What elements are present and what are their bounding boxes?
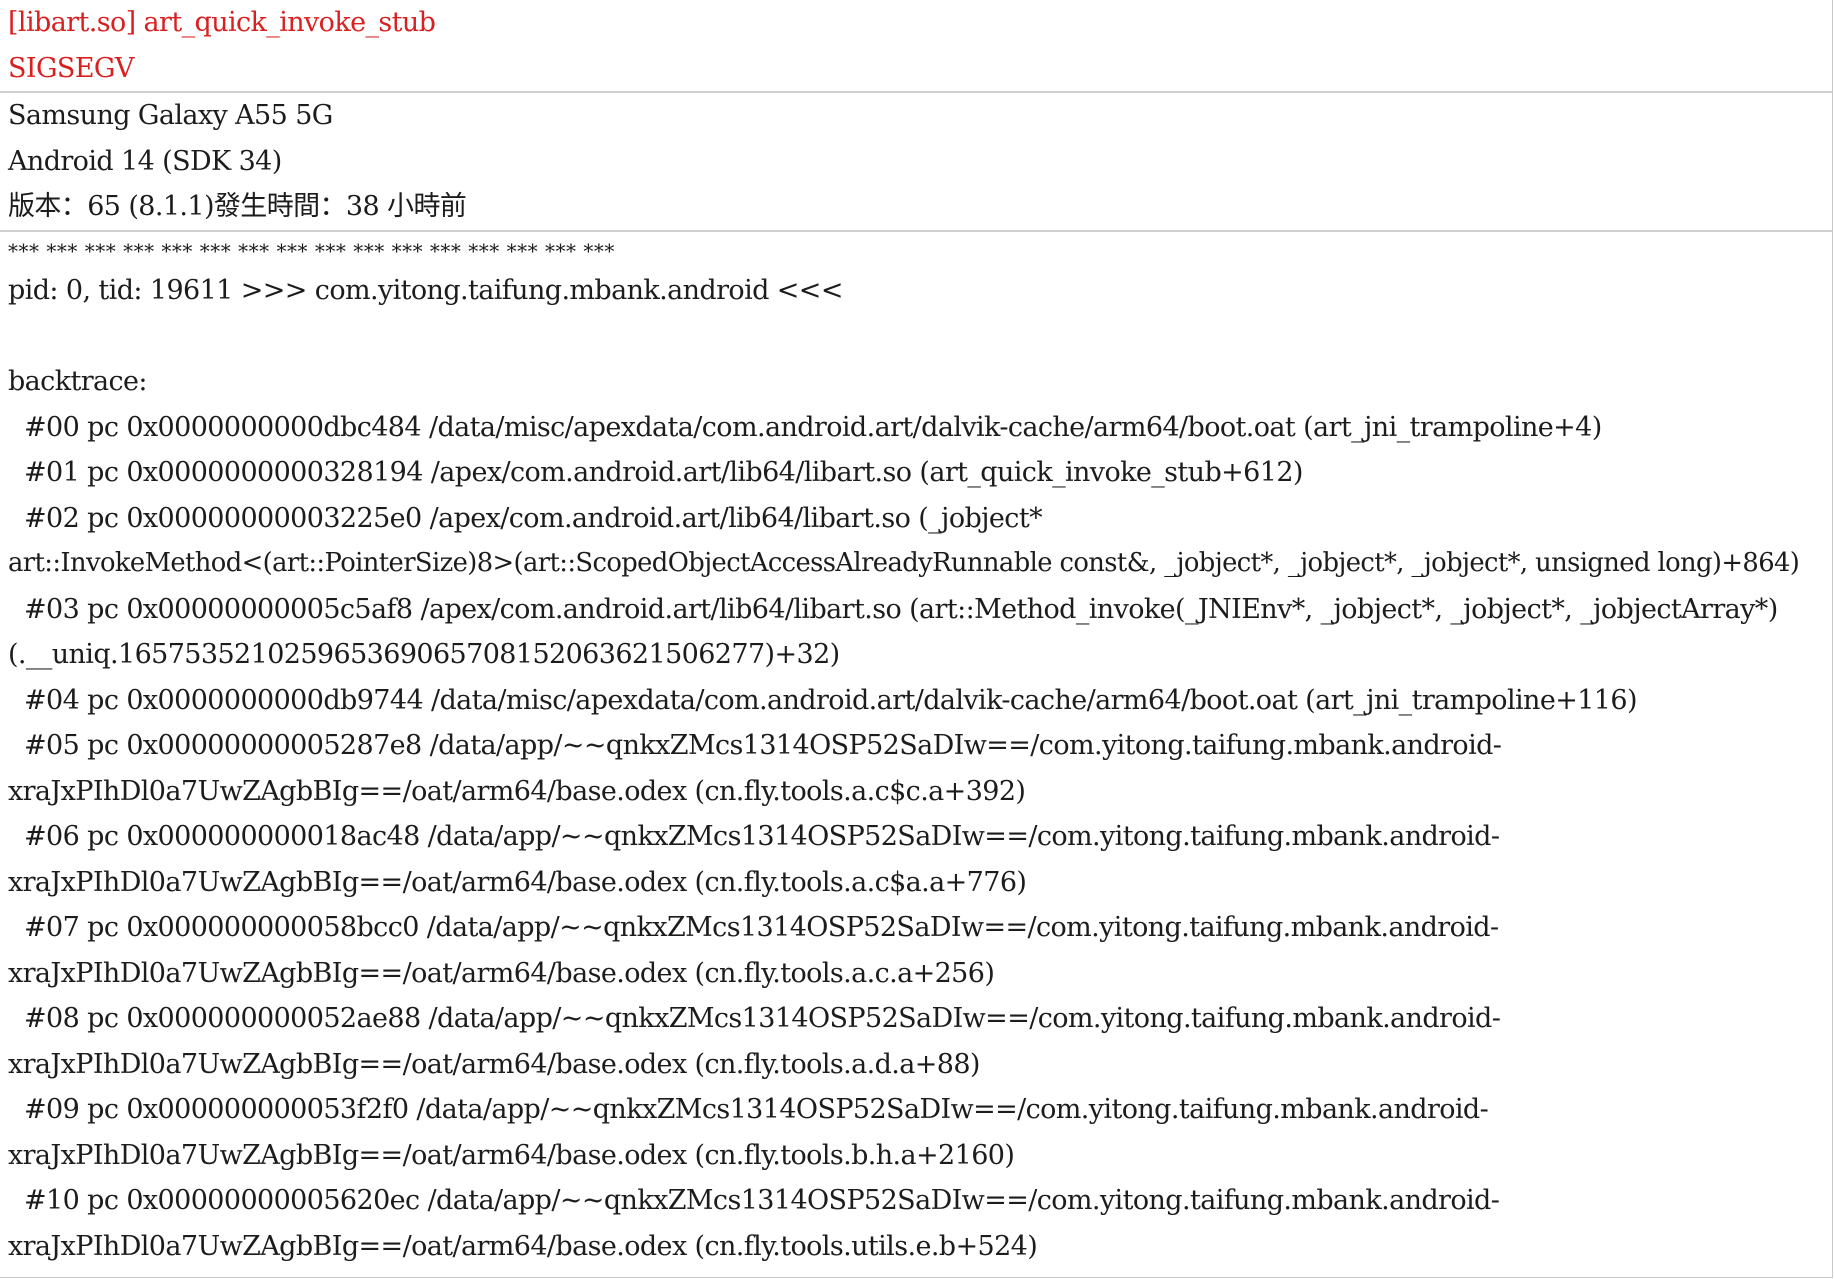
backtrace-frame: #00 pc 0x0000000000dbc484 /data/misc/ape… — [24, 411, 1602, 443]
backtrace-frame: #05 pc 0x00000000005287e8 /data/app/~~qn… — [24, 730, 1502, 761]
process-line: pid: 0, tid: 19611 >>> com.yitong.taifun… — [8, 274, 843, 306]
backtrace-frame-continuation: xraJxPIhDl0a7UwZAgbBIg==/oat/arm64/base.… — [8, 866, 1027, 898]
crash-report: [libart.so] art_quick_invoke_stub SIGSEG… — [0, 0, 1833, 1278]
backtrace-frame: #01 pc 0x0000000000328194 /apex/com.andr… — [24, 457, 1303, 488]
backtrace-frame-continuation: xraJxPIhDl0a7UwZAgbBIg==/oat/arm64/base.… — [8, 1139, 1015, 1171]
device-info: Samsung Galaxy A55 5G Android 14 (SDK 34… — [0, 93, 1832, 232]
backtrace-frame: #09 pc 0x000000000053f2f0 /data/app/~~qn… — [24, 1094, 1489, 1125]
backtrace-frame: #03 pc 0x00000000005c5af8 /apex/com.andr… — [24, 593, 1778, 625]
backtrace-frame: #02 pc 0x00000000003225e0 /apex/com.andr… — [24, 502, 1043, 534]
backtrace-frame-continuation: xraJxPIhDl0a7UwZAgbBIg==/oat/arm64/base.… — [8, 1048, 980, 1080]
app-version-time: 版本：65 (8.1.1)發生時間：38 小時前 — [8, 191, 467, 222]
backtrace-frames: #00 pc 0x0000000000dbc484 /data/misc/ape… — [0, 405, 1832, 1270]
backtrace-frame-continuation: xraJxPIhDl0a7UwZAgbBIg==/oat/arm64/base.… — [8, 957, 995, 989]
crash-signal: SIGSEGV — [8, 52, 134, 84]
log-separator: *** *** *** *** *** *** *** *** *** *** … — [8, 238, 615, 263]
os-version: Android 14 (SDK 34) — [8, 145, 282, 177]
backtrace-frame-continuation: xraJxPIhDl0a7UwZAgbBIg==/oat/arm64/base.… — [8, 1230, 1038, 1262]
crash-header: [libart.so] art_quick_invoke_stub SIGSEG… — [0, 0, 1832, 93]
backtrace-frame-continuation: xraJxPIhDl0a7UwZAgbBIg==/oat/arm64/base.… — [8, 775, 1026, 807]
device-model: Samsung Galaxy A55 5G — [8, 100, 333, 131]
log-body: *** *** *** *** *** *** *** *** *** *** … — [0, 232, 1832, 1270]
backtrace-frame-continuation: (.__uniq.1657535210259653690657081520636… — [8, 639, 840, 670]
backtrace-frame: #08 pc 0x000000000052ae88 /data/app/~~qn… — [24, 1003, 1501, 1034]
backtrace-label: backtrace: — [8, 366, 148, 397]
backtrace-frame-continuation: art::InvokeMethod<(art::PointerSize)8>(a… — [8, 548, 1800, 578]
backtrace-frame: #06 pc 0x000000000018ac48 /data/app/~~qn… — [24, 821, 1500, 852]
backtrace-frame: #10 pc 0x00000000005620ec /data/app/~~qn… — [24, 1185, 1500, 1216]
backtrace-frame: #07 pc 0x000000000058bcc0 /data/app/~~qn… — [24, 912, 1499, 943]
crash-title[interactable]: [libart.so] art_quick_invoke_stub — [0, 0, 1832, 46]
backtrace-frame: #04 pc 0x0000000000db9744 /data/misc/ape… — [24, 684, 1638, 716]
